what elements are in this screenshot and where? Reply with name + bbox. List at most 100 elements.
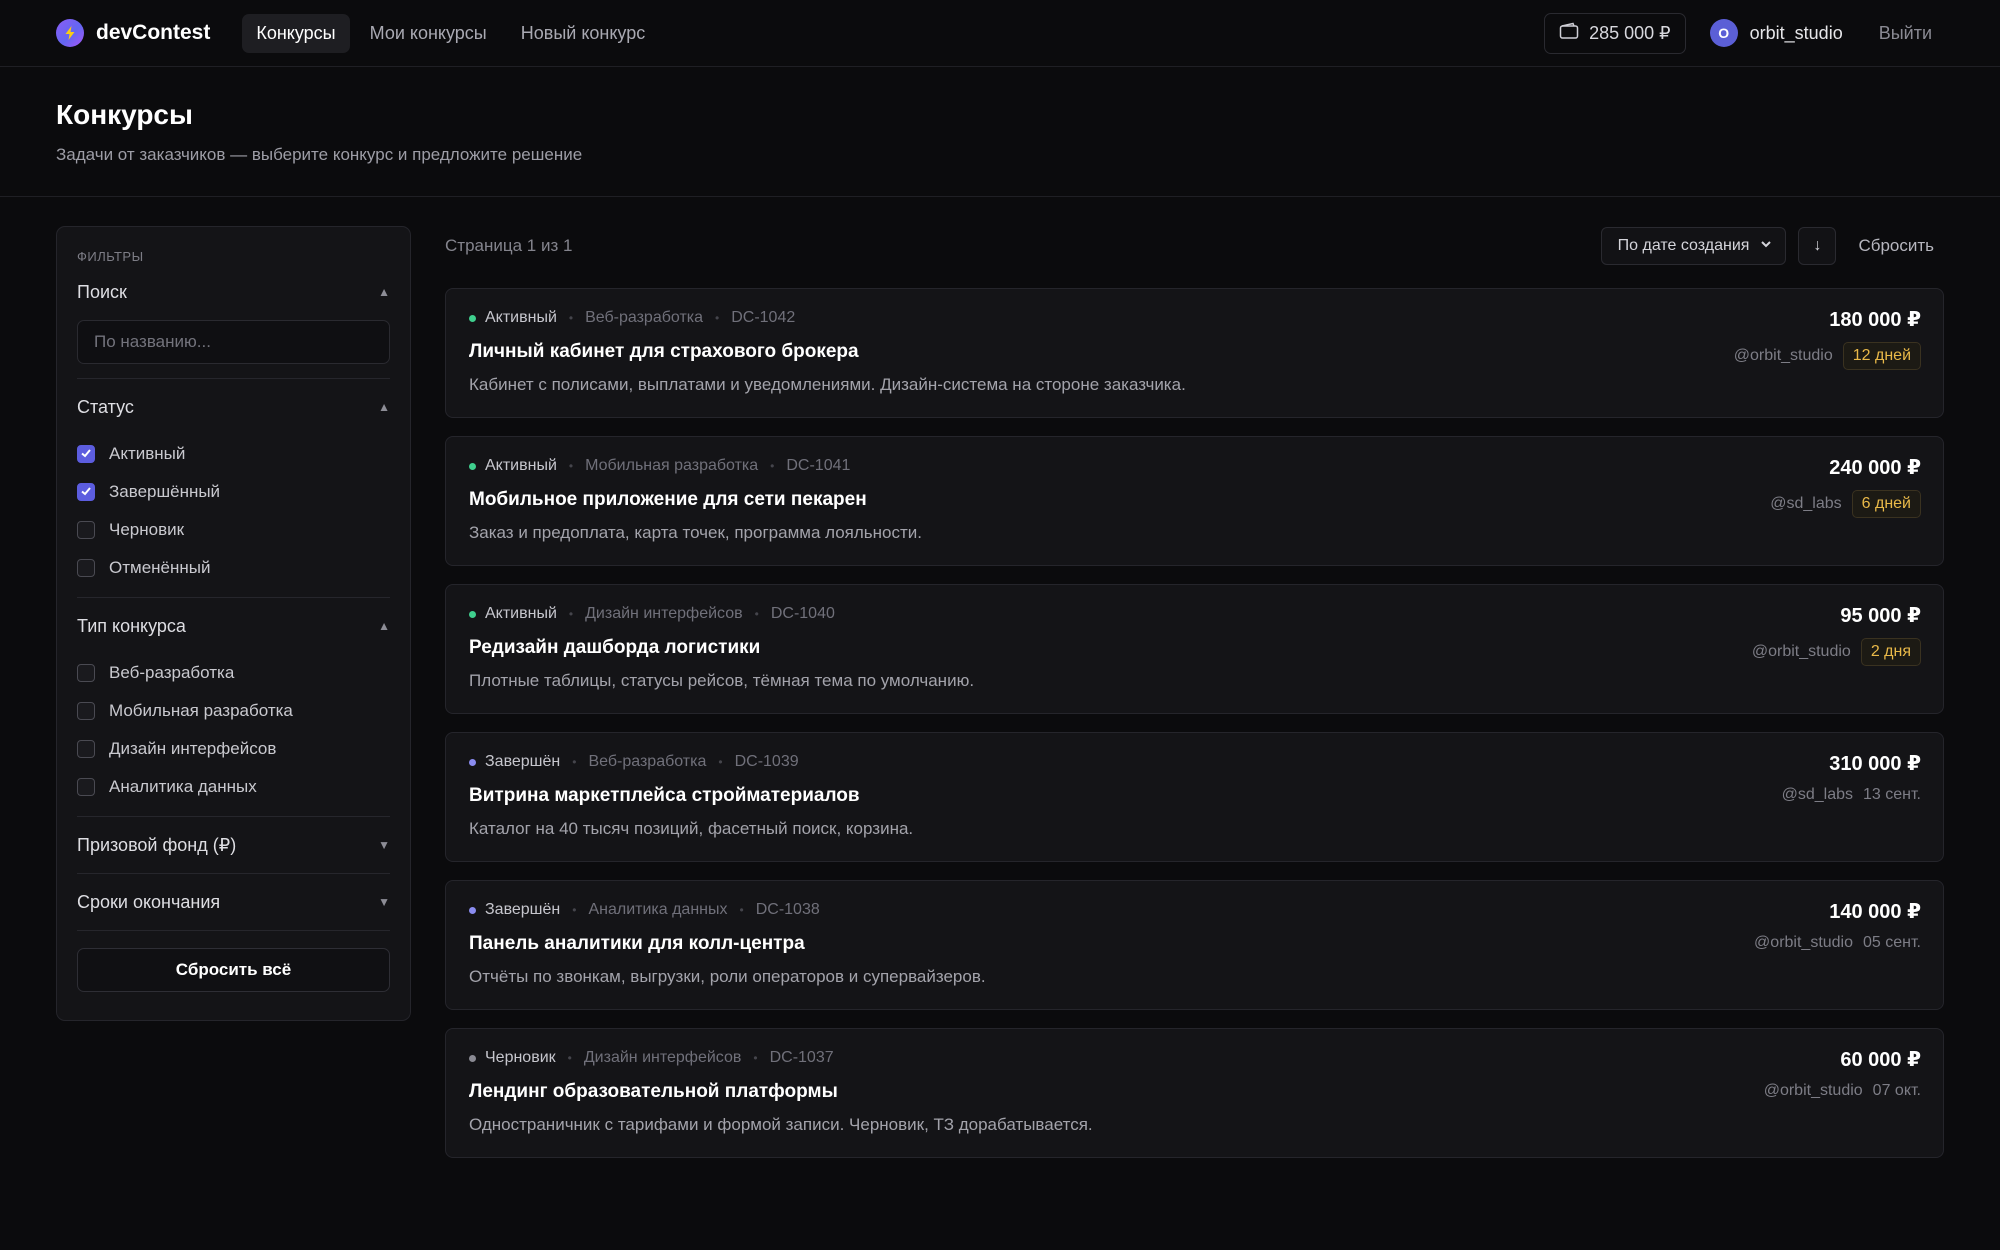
card-meta: Завершён • Аналитика данных • DC-1038	[469, 901, 1921, 919]
separator-dot: •	[770, 459, 775, 473]
wallet-icon	[1559, 22, 1579, 45]
filters-panel: ФИЛЬТРЫ Поиск ▲ Статус ▲ Активный Завершё…	[56, 226, 411, 1021]
contest-id: DC-1039	[734, 753, 799, 770]
status-label: Активный	[485, 605, 557, 622]
page-subtitle: Задачи от заказчиков — выберите конкурс …	[56, 145, 583, 164]
checkbox[interactable]	[77, 702, 95, 720]
logout-button[interactable]: Выйти	[1879, 23, 1932, 44]
card-meta: Активный • Веб-разработка • DC-1042	[469, 309, 1921, 327]
contest-title[interactable]: Витрина маркетплейса стройматериалов	[469, 785, 1921, 807]
expand-down-icon: ▼	[378, 838, 390, 852]
card-sub: @orbit_studio 05 сент.	[1754, 934, 1921, 952]
type-filter-option[interactable]: Веб-разработка	[77, 654, 390, 692]
prize-amount: 95 000 ₽	[1840, 605, 1921, 627]
separator-dot: •	[568, 311, 574, 325]
status-label: Черновик	[485, 1049, 556, 1066]
contest-title[interactable]: Редизайн дашборда логистики	[469, 637, 1921, 659]
end-date: 13 сент.	[1863, 786, 1921, 803]
reset-all-button[interactable]: Сбросить всё	[77, 948, 390, 992]
category-label: Аналитика данных	[588, 901, 728, 918]
lightning-logo-icon	[56, 19, 84, 47]
filter-search-header[interactable]: Поиск ▲	[77, 264, 390, 320]
filter-prize-label: Призовой фонд (₽)	[77, 834, 237, 855]
status-dot-icon	[469, 314, 476, 322]
status-filter-option[interactable]: Черновик	[77, 511, 390, 549]
status-dot-icon	[469, 610, 476, 618]
checkbox[interactable]	[77, 740, 95, 758]
contest-card[interactable]: Активный • Дизайн интерфейсов • DC-1040 Редиз…	[445, 584, 1944, 714]
filter-search-section: Поиск ▲	[77, 264, 390, 379]
author-handle[interactable]: @orbit_studio	[1754, 934, 1853, 952]
contest-title[interactable]: Мобильное приложение для сети пекарен	[469, 489, 1921, 511]
status-filter-option[interactable]: Отменённый	[77, 549, 390, 587]
contest-title[interactable]: Личный кабинет для страхового брокера	[469, 341, 1921, 363]
card-right: 310 000 ₽ @sd_labs 13 сент.	[1782, 751, 1921, 804]
contest-card[interactable]: Завершён • Аналитика данных • DC-1038 Панель …	[445, 880, 1944, 1010]
card-sub: @orbit_studio 2 дня	[1752, 638, 1921, 666]
checkbox[interactable]	[77, 664, 95, 682]
contest-description: Каталог на 40 тысяч позиций, фасетный по…	[469, 819, 914, 838]
author-handle[interactable]: @orbit_studio	[1764, 1082, 1863, 1100]
card-meta: Черновик • Дизайн интерфейсов • DC-1037	[469, 1049, 1921, 1067]
contest-title[interactable]: Панель аналитики для колл-центра	[469, 933, 1921, 955]
contest-description: Заказ и предоплата, карта точек, програм…	[469, 523, 923, 542]
separator-dot: •	[567, 1051, 572, 1065]
contest-title[interactable]: Лендинг образовательной платформы	[469, 1081, 1921, 1103]
arrow-down-icon: ↓	[1813, 237, 1822, 254]
separator-dot: •	[568, 459, 574, 473]
app-logo[interactable]: devContest	[56, 19, 210, 47]
search-input[interactable]	[77, 320, 390, 364]
separator-dot: •	[568, 607, 574, 621]
checkbox[interactable]	[77, 521, 95, 539]
collapse-up-icon: ▲	[378, 285, 390, 299]
checkbox[interactable]	[77, 559, 95, 577]
checkbox[interactable]	[77, 445, 95, 463]
type-filter-option[interactable]: Мобильная разработка	[77, 692, 390, 730]
user-menu[interactable]: O orbit_studio	[1709, 19, 1843, 47]
status-label: Активный	[485, 457, 557, 474]
sort-direction-button[interactable]: ↓	[1798, 227, 1837, 265]
prize-amount: 180 000 ₽	[1829, 309, 1921, 331]
checkbox-label: Дизайн интерфейсов	[109, 739, 277, 758]
end-date: 07 окт.	[1872, 1082, 1921, 1099]
filter-deadline-section: Сроки окончания ▼	[77, 874, 390, 931]
status-dot-icon	[469, 462, 476, 470]
category-label: Дизайн интерфейсов	[585, 605, 743, 622]
wallet-balance[interactable]: 285 000 ₽	[1544, 12, 1686, 54]
card-right: 60 000 ₽ @orbit_studio 07 окт.	[1764, 1047, 1921, 1100]
nav-my-contests[interactable]: Мои конкурсы	[356, 14, 501, 53]
contest-card[interactable]: Завершён • Веб-разработка • DC-1039 Витрина м…	[445, 732, 1944, 862]
contest-id: DC-1041	[786, 457, 851, 474]
filter-prize-header[interactable]: Призовой фонд (₽) ▼	[77, 817, 390, 873]
avatar: O	[1709, 19, 1738, 47]
author-handle[interactable]: @orbit_studio	[1752, 643, 1851, 661]
contest-card[interactable]: Активный • Веб-разработка • DC-1042 Личный ка…	[445, 288, 1944, 418]
filter-status-header[interactable]: Статус ▲	[77, 379, 390, 435]
type-filter-option[interactable]: Дизайн интерфейсов	[77, 730, 390, 768]
checkbox[interactable]	[77, 483, 95, 501]
author-handle[interactable]: @sd_labs	[1770, 495, 1841, 513]
contest-card[interactable]: Черновик • Дизайн интерфейсов • DC-1037 Ленди…	[445, 1028, 1944, 1158]
card-right: 95 000 ₽ @orbit_studio 2 дня	[1752, 603, 1921, 666]
filter-deadline-header[interactable]: Сроки окончания ▼	[77, 874, 390, 930]
card-sub: @sd_labs 6 дней	[1770, 490, 1921, 518]
nav-contests[interactable]: Конкурсы	[242, 13, 350, 53]
author-handle[interactable]: @orbit_studio	[1734, 347, 1833, 365]
status-filter-option[interactable]: Активный	[77, 435, 390, 473]
status-filter-option[interactable]: Завершённый	[77, 473, 390, 511]
contest-description: Плотные таблицы, статусы рейсов, тёмная …	[469, 671, 975, 690]
reset-sort-button[interactable]: Сбросить	[1848, 236, 1944, 256]
author-handle[interactable]: @sd_labs	[1782, 786, 1853, 804]
filter-type-header[interactable]: Тип конкурса ▲	[77, 598, 390, 654]
filter-type-section: Тип конкурса ▲ Веб-разработка Мобильная р…	[77, 598, 390, 817]
checkbox[interactable]	[77, 778, 95, 796]
contest-card[interactable]: Активный • Мобильная разработка • DC-1041 Моб…	[445, 436, 1944, 566]
filter-status-label: Статус	[77, 396, 134, 417]
type-filter-option[interactable]: Аналитика данных	[77, 768, 390, 806]
checkbox-label: Завершённый	[109, 482, 221, 501]
page-info: Страница 1 из 1	[445, 236, 573, 255]
filters-title: ФИЛЬТРЫ	[77, 249, 144, 264]
sort-select[interactable]: По дате создания	[1600, 227, 1787, 265]
contest-id: DC-1037	[769, 1049, 834, 1066]
nav-new-contest[interactable]: Новый конкурс	[507, 14, 659, 53]
